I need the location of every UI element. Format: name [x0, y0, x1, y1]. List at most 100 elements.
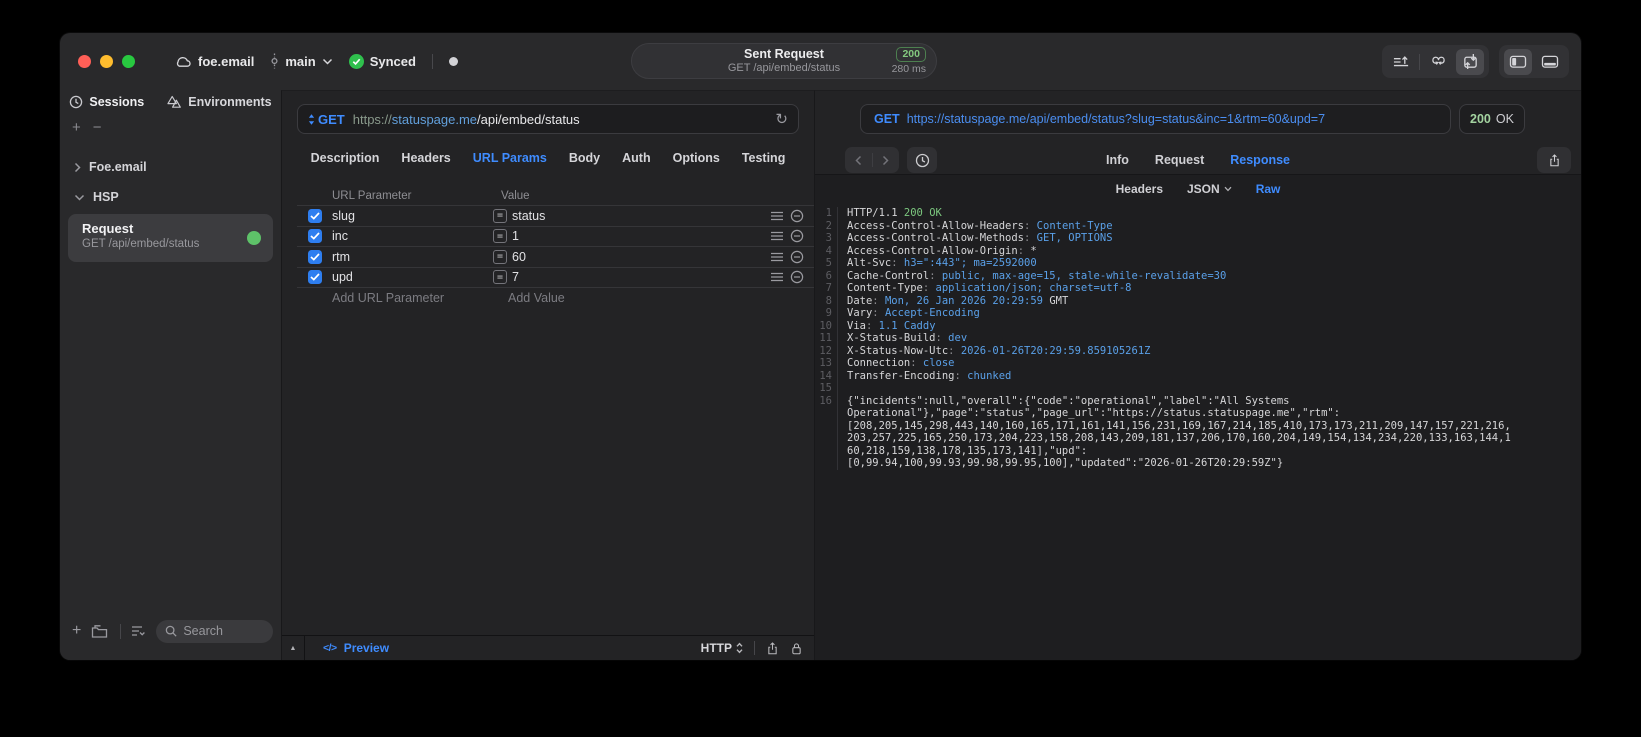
protocol-select[interactable]: HTTP — [701, 641, 743, 655]
code-icon: </> — [323, 642, 337, 654]
code-line-text: Cache-Control: public, max-age=15, stale… — [847, 269, 1227, 282]
param-name-field[interactable]: inc — [332, 229, 493, 243]
back-button[interactable] — [855, 155, 862, 166]
preview-button[interactable]: </> Preview — [323, 641, 389, 655]
expand-panel-button[interactable]: ▲ — [282, 636, 305, 660]
tab-url-params[interactable]: URL Params — [473, 151, 547, 165]
remove-row-button[interactable] — [790, 209, 804, 223]
tab-request[interactable]: Request — [1155, 153, 1204, 167]
traffic-lights — [78, 55, 135, 68]
response-status-code: 200 — [1470, 112, 1491, 126]
line-number: 5 — [815, 257, 838, 270]
line-number: 14 — [815, 369, 838, 382]
add-session-button[interactable]: + — [72, 119, 81, 136]
request-status-pill[interactable]: Sent Request GET /api/embed/status 200 2… — [631, 43, 937, 79]
param-name-field[interactable]: slug — [332, 209, 493, 223]
row-lines-icon[interactable] — [771, 272, 783, 282]
share-icon[interactable] — [766, 641, 779, 656]
code-line-text: Vary: Accept-Encoding — [847, 307, 980, 319]
response-body[interactable]: 1 HTTP/1.1 200 OK 2 Access-Control-Allow-He… — [815, 203, 1581, 470]
remove-row-button[interactable] — [790, 250, 804, 264]
method-stepper-icon[interactable] — [308, 113, 315, 126]
tab-auth[interactable]: Auth — [622, 151, 650, 165]
param-checkbox[interactable] — [308, 208, 322, 223]
param-name-field[interactable]: rtm — [332, 250, 493, 264]
branch-name: main — [285, 53, 316, 69]
sidebar-search[interactable] — [156, 619, 273, 643]
param-checkbox[interactable] — [308, 229, 322, 244]
tab-body[interactable]: Body — [569, 151, 600, 165]
clock-icon — [69, 95, 83, 109]
line-number: 8 — [815, 294, 838, 307]
remove-session-button[interactable]: − — [93, 119, 102, 136]
group-hsp[interactable]: HSP — [74, 190, 119, 204]
minimize-window-button[interactable] — [100, 55, 113, 68]
tab-response[interactable]: Response — [1230, 153, 1290, 167]
zoom-window-button[interactable] — [122, 55, 135, 68]
request-url-bar[interactable]: GET https://statuspage.me/api/embed/stat… — [297, 104, 799, 134]
remove-row-button[interactable] — [790, 229, 804, 243]
code-line: 13 Connection: close — [815, 357, 1581, 370]
sync-status[interactable]: Synced — [348, 53, 416, 69]
toggle-bottom-panel-button[interactable] — [1536, 49, 1564, 75]
forward-button[interactable] — [882, 155, 889, 166]
add-param-row[interactable]: Add URL Parameter Add Value — [297, 288, 814, 309]
code-line-text: Date: Mon, 26 Jan 2026 20:29:59 GMT — [847, 294, 1069, 307]
line-number: 13 — [815, 357, 838, 370]
param-value-field[interactable]: 60 — [512, 250, 771, 264]
project-menu[interactable]: foe.email — [174, 54, 254, 69]
close-window-button[interactable] — [78, 55, 91, 68]
resend-request-button[interactable]: ↻ — [775, 112, 788, 127]
param-value-field[interactable]: status — [512, 209, 771, 223]
history-button[interactable] — [907, 147, 937, 173]
sent-request-url[interactable]: GET https://statuspage.me/api/embed/stat… — [860, 104, 1451, 134]
tab-testing[interactable]: Testing — [742, 151, 786, 165]
tab-options[interactable]: Options — [673, 151, 720, 165]
param-name-field[interactable]: upd — [332, 270, 493, 284]
param-value-field[interactable]: 7 — [512, 270, 771, 284]
editor-tabs: Description Headers URL Params Body Auth… — [282, 151, 814, 165]
lock-icon[interactable] — [790, 641, 803, 656]
tab-description[interactable]: Description — [311, 151, 380, 165]
new-group-button[interactable] — [91, 624, 108, 639]
toggle-sidebar-button[interactable] — [1504, 48, 1532, 75]
param-value-field[interactable]: 1 — [512, 229, 771, 243]
add-request-button[interactable]: + — [72, 622, 81, 640]
status-dot — [448, 56, 458, 66]
row-lines-icon[interactable] — [771, 252, 783, 262]
lasso-sync-button[interactable] — [1424, 49, 1452, 75]
sort-filter-button[interactable] — [131, 625, 146, 637]
code-line: 8 Date: Mon, 26 Jan 2026 20:29:59 GMT — [815, 294, 1581, 307]
code-line-text: Access-Control-Allow-Methods: GET, OPTIO… — [847, 232, 1113, 244]
sidebar: Sessions Environments + − Foe.email HSP … — [60, 90, 281, 660]
row-lines-icon[interactable] — [771, 231, 783, 241]
param-checkbox[interactable] — [308, 270, 322, 285]
code-line: 11 X-Status-Build: dev — [815, 332, 1581, 345]
tab-environments[interactable]: Environments — [166, 95, 272, 109]
tab-sessions[interactable]: Sessions — [69, 95, 144, 109]
sidebar-item-request[interactable]: Request GET /api/embed/status — [68, 214, 273, 262]
import-export-button[interactable] — [1387, 49, 1415, 75]
export-response-button[interactable] — [1537, 147, 1571, 173]
row-lines-icon[interactable] — [771, 211, 783, 221]
method-select[interactable]: GET — [318, 112, 345, 127]
tab-info[interactable]: Info — [1106, 153, 1129, 167]
view-tab-raw[interactable]: Raw — [1256, 182, 1281, 196]
group-foe-email[interactable]: Foe.email — [74, 160, 147, 174]
request-editor: GET https://statuspage.me/api/embed/stat… — [281, 90, 815, 660]
search-input[interactable] — [183, 624, 264, 638]
response-view-tabs: Headers JSON Raw — [815, 175, 1581, 203]
add-param-value-placeholder[interactable]: Add Value — [508, 291, 565, 305]
group-label: Foe.email — [89, 160, 147, 174]
param-row-inc: inc = 1 — [297, 227, 814, 247]
view-tab-json[interactable]: JSON — [1187, 182, 1232, 196]
remove-row-button[interactable] — [790, 270, 804, 284]
tab-headers[interactable]: Headers — [401, 151, 450, 165]
url-path: /api/embed/status — [477, 111, 580, 127]
view-tab-headers[interactable]: Headers — [1116, 182, 1163, 196]
param-checkbox[interactable] — [308, 249, 322, 264]
line-number: 3 — [815, 232, 838, 245]
sync-box-button[interactable] — [1456, 48, 1484, 75]
add-param-name-placeholder[interactable]: Add URL Parameter — [332, 291, 508, 305]
branch-selector[interactable]: main — [270, 53, 332, 69]
